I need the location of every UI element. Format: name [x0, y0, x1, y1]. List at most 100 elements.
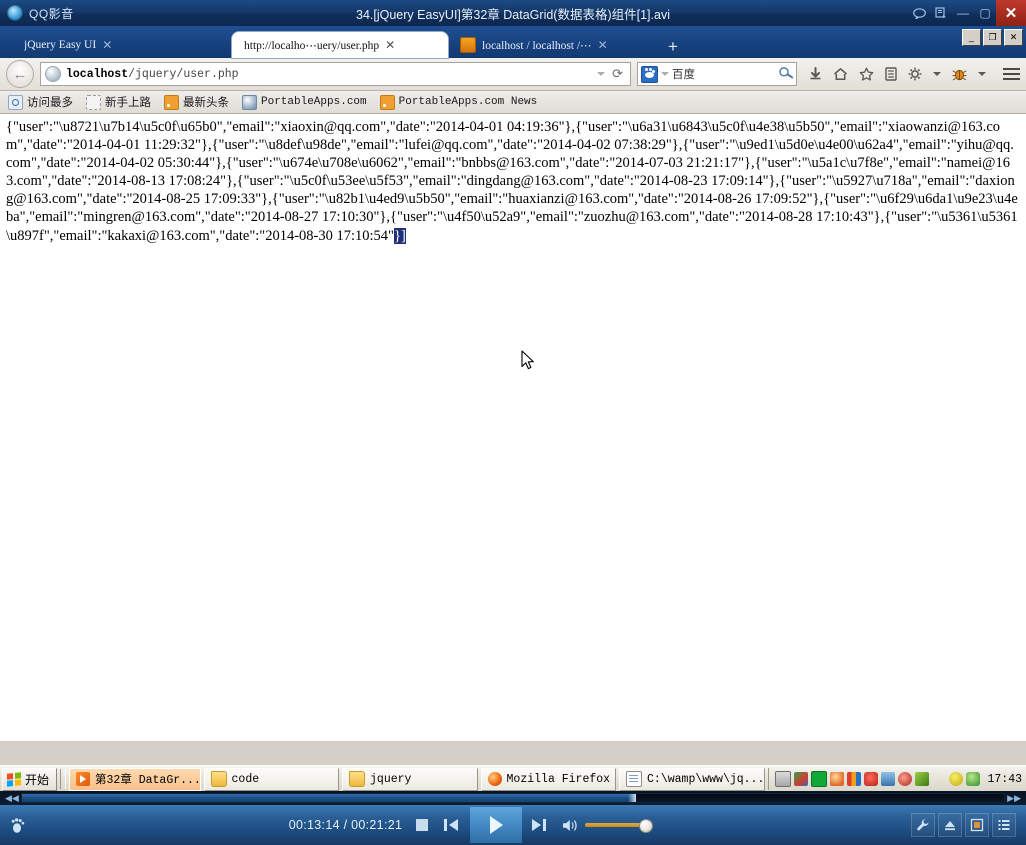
- maximize-icon[interactable]: ▢: [974, 0, 996, 26]
- search-engine-caret-icon[interactable]: [661, 72, 669, 76]
- download-icon[interactable]: [809, 67, 822, 81]
- next-button[interactable]: [530, 817, 548, 833]
- eject-icon[interactable]: [938, 813, 962, 837]
- address-host: localhost: [66, 67, 129, 81]
- bookmark-most-visited[interactable]: 访问最多: [8, 94, 73, 110]
- security-icon[interactable]: [966, 772, 981, 786]
- playlist-icon[interactable]: [992, 813, 1016, 837]
- new-tab-button[interactable]: +: [658, 38, 688, 58]
- taskbar-separator: [60, 769, 67, 789]
- qq-icon[interactable]: [830, 772, 845, 786]
- browser-minimize-button[interactable]: _: [962, 29, 981, 46]
- windows-logo-icon: [7, 771, 21, 787]
- wrench-icon[interactable]: [911, 813, 935, 837]
- back-button[interactable]: ←: [6, 60, 34, 88]
- shield-icon[interactable]: [864, 772, 879, 786]
- qq-player-logo-icon: [7, 5, 23, 21]
- taskbar-item-notepad[interactable]: C:\wamp\www\jq...: [619, 767, 766, 791]
- rss-icon: [379, 94, 395, 110]
- windows-taskbar: 开始 第32章 DataGr... code jquery Mozilla Fi…: [0, 765, 1026, 792]
- stop-button[interactable]: [416, 819, 429, 831]
- start-button[interactable]: 开始: [2, 767, 58, 791]
- tab-label: localhost / localhost /⋯: [482, 40, 592, 52]
- player-app-name: QQ影音: [29, 6, 74, 21]
- player-seek-area: ◀◀ ▶▶: [0, 791, 1026, 805]
- bookmark-portableapps-news[interactable]: PortableApps.com News: [379, 94, 537, 110]
- comment-icon[interactable]: [908, 0, 930, 26]
- wamp-icon[interactable]: [811, 771, 828, 787]
- tab-user-php[interactable]: http://localho⋯uery/user.php ✕: [232, 32, 448, 58]
- tab-close-icon[interactable]: ✕: [385, 38, 395, 52]
- tab-label: jQuery Easy UI: [24, 39, 97, 51]
- page-content[interactable]: {"user":"\u8721\u7b14\u5c0f\u65b0","emai…: [0, 114, 1026, 741]
- settings-gear-icon[interactable]: [908, 67, 922, 81]
- previous-button[interactable]: [442, 817, 460, 833]
- chart-icon[interactable]: [847, 772, 862, 786]
- folder-icon: [349, 771, 366, 787]
- bookmark-star-icon[interactable]: [859, 67, 874, 81]
- update-icon[interactable]: [949, 772, 964, 786]
- dropdown-caret-icon[interactable]: [978, 72, 986, 76]
- taskbar-item-code[interactable]: code: [203, 767, 340, 791]
- search-icon[interactable]: [778, 64, 795, 83]
- rewind-icon[interactable]: ◀◀: [3, 793, 21, 804]
- tab-strip: _ ❐ ✕ jQuery Easy UI ✕ http://localho⋯ue…: [0, 26, 1026, 58]
- keyboard-icon[interactable]: [775, 771, 792, 787]
- taskbar-item-label: code: [231, 772, 260, 786]
- bookmark-latest-headlines[interactable]: 最新头条: [164, 94, 229, 110]
- taskbar-item-jquery[interactable]: jquery: [342, 767, 478, 791]
- tab-jquery-easy-ui[interactable]: jQuery Easy UI ✕: [12, 32, 232, 58]
- taskbar-clock[interactable]: 17:43: [983, 773, 1024, 786]
- seek-slider[interactable]: [20, 793, 1006, 803]
- bookmark-label: 新手上路: [105, 97, 151, 109]
- close-icon[interactable]: ✕: [996, 0, 1026, 26]
- sogou-icon[interactable]: [932, 772, 946, 786]
- screenshot-icon[interactable]: [965, 813, 989, 837]
- dropdown-caret-icon[interactable]: [933, 72, 941, 76]
- json-text: {"user":"\u8721\u7b14\u5c0f\u65b0","emai…: [6, 119, 1018, 244]
- footprint-icon[interactable]: [10, 817, 27, 834]
- sound-icon[interactable]: [898, 772, 913, 786]
- screenshot-icon[interactable]: [930, 0, 952, 26]
- desktop-root: QQ影音 34.[jQuery EasyUI]第32章 DataGrid(数据表…: [0, 0, 1026, 845]
- fast-forward-icon[interactable]: ▶▶: [1005, 793, 1023, 804]
- volume-slider[interactable]: [585, 819, 654, 833]
- address-path: /jquery/user.php: [128, 67, 239, 81]
- hamburger-menu-icon[interactable]: [997, 68, 1020, 80]
- firefox-window: _ ❐ ✕ jQuery Easy UI ✕ http://localho⋯ue…: [0, 26, 1026, 765]
- bookmarks-toolbar: 访问最多 新手上路 最新头条 PortableApps.com Portable…: [0, 91, 1026, 114]
- taskbar-item-firefox[interactable]: Mozilla Firefox: [480, 767, 617, 791]
- search-bar[interactable]: 百度: [637, 62, 797, 86]
- network-icon[interactable]: [881, 772, 896, 786]
- ime-icon[interactable]: [794, 772, 809, 786]
- firebug-icon[interactable]: [952, 68, 967, 81]
- most-visited-icon: [8, 94, 23, 110]
- play-button[interactable]: [470, 807, 523, 843]
- reload-icon[interactable]: ⟳: [612, 66, 623, 82]
- dropdown-caret-icon[interactable]: [597, 72, 606, 76]
- scan-icon[interactable]: [915, 772, 930, 786]
- browser-restore-button[interactable]: ❐: [983, 29, 1002, 46]
- tab-close-icon[interactable]: ✕: [598, 38, 608, 52]
- baidu-paw-icon[interactable]: [641, 65, 658, 83]
- bookmark-portableapps[interactable]: PortableApps.com: [242, 94, 367, 110]
- home-icon[interactable]: [833, 67, 848, 81]
- phpmyadmin-icon: [460, 37, 476, 53]
- player-titlebar: QQ影音 34.[jQuery EasyUI]第32章 DataGrid(数据表…: [0, 0, 1026, 27]
- browser-close-button[interactable]: ✕: [1004, 29, 1023, 46]
- bookmark-label: 访问最多: [27, 97, 73, 109]
- site-identity-icon: [45, 66, 61, 82]
- tab-phpmyadmin[interactable]: localhost / localhost /⋯ ✕: [448, 32, 658, 58]
- tab-close-icon[interactable]: ✕: [102, 38, 112, 52]
- seek-progress-fill: [21, 794, 636, 802]
- bookmark-getting-started[interactable]: 新手上路: [86, 94, 151, 110]
- volume-icon[interactable]: [562, 818, 579, 833]
- address-bar[interactable]: localhost/jquery/user.php ⟳: [40, 62, 631, 86]
- minimize-icon[interactable]: —: [952, 0, 974, 26]
- library-icon[interactable]: [885, 67, 897, 81]
- navigation-toolbar: ← localhost/jquery/user.php ⟳ 百度: [0, 58, 1026, 91]
- volume-slider-knob[interactable]: [639, 819, 654, 833]
- taskbar-item-datagrid-video[interactable]: 第32章 DataGr...: [69, 767, 201, 791]
- selected-text: }]: [393, 227, 406, 244]
- firefox-icon: [487, 772, 502, 786]
